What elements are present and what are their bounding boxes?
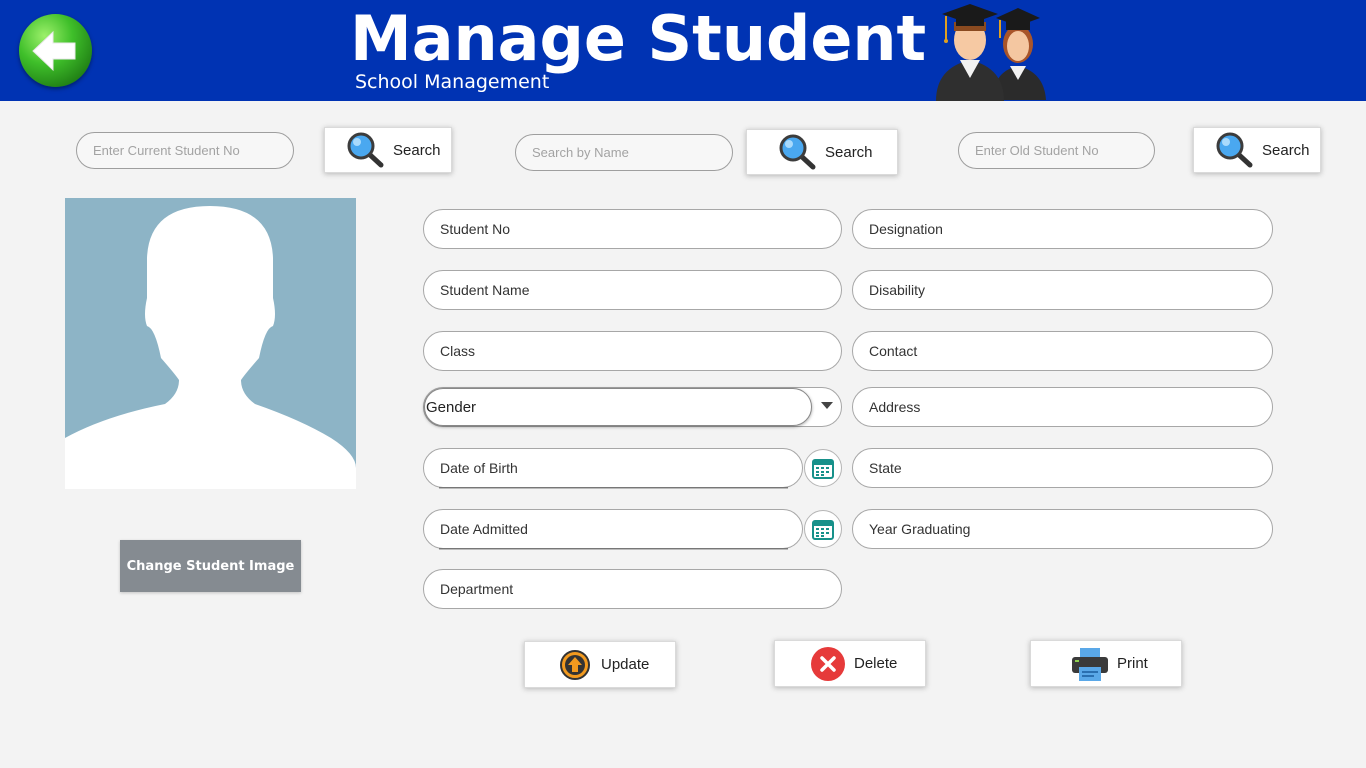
student-photo [65,198,356,489]
search-name-label: Search [825,143,873,161]
gender-select-value[interactable]: Gender [424,388,812,426]
class-field[interactable] [423,331,842,371]
avatar-placeholder-icon [65,206,356,489]
name-search-input[interactable] [515,134,733,171]
back-button[interactable] [19,14,92,87]
gender-label: Gender [426,398,477,416]
date-admitted-field[interactable] [423,509,803,549]
search-old-button[interactable]: Search [1193,127,1321,173]
page-title: Manage Student [350,2,927,75]
chevron-down-icon[interactable] [821,402,833,410]
calendar-icon [812,520,834,540]
date-of-birth-underline [439,487,788,489]
date-admitted-calendar-button[interactable] [804,510,842,548]
search-current-label: Search [393,141,441,159]
student-name-field[interactable] [423,270,842,310]
change-image-button[interactable]: Change Student Image [120,540,301,592]
page-subtitle: School Management [355,71,550,93]
delete-button[interactable]: Delete [774,640,926,687]
calendar-icon [812,459,834,479]
state-field[interactable] [852,448,1273,488]
magnifier-icon [1216,132,1254,168]
date-of-birth-field[interactable] [423,448,803,488]
printer-icon [1071,646,1109,682]
search-name-button[interactable]: Search [746,129,898,175]
update-button[interactable]: Update [524,641,676,688]
address-field[interactable] [852,387,1273,427]
print-button[interactable]: Print [1030,640,1182,687]
student-no-field[interactable] [423,209,842,249]
date-admitted-underline [439,548,788,550]
print-label: Print [1117,655,1148,672]
close-circle-icon [810,646,846,682]
delete-label: Delete [854,655,898,672]
back-arrow-icon [32,30,76,72]
disability-field[interactable] [852,270,1273,310]
header-bar: Manage Student School Management [0,0,1366,101]
magnifier-icon [347,132,385,168]
search-current-button[interactable]: Search [324,127,452,173]
gender-select[interactable]: Gender [423,387,842,427]
department-field[interactable] [423,569,842,609]
contact-field[interactable] [852,331,1273,371]
search-old-label: Search [1262,141,1310,159]
magnifier-icon [779,134,817,170]
old-student-search-input[interactable] [958,132,1155,169]
update-label: Update [601,656,650,673]
designation-field[interactable] [852,209,1273,249]
date-of-birth-calendar-button[interactable] [804,449,842,487]
upload-arrow-icon [560,649,590,680]
current-student-search-input[interactable] [76,132,294,169]
year-graduating-field[interactable] [852,509,1273,549]
graduates-icon [936,4,1046,101]
